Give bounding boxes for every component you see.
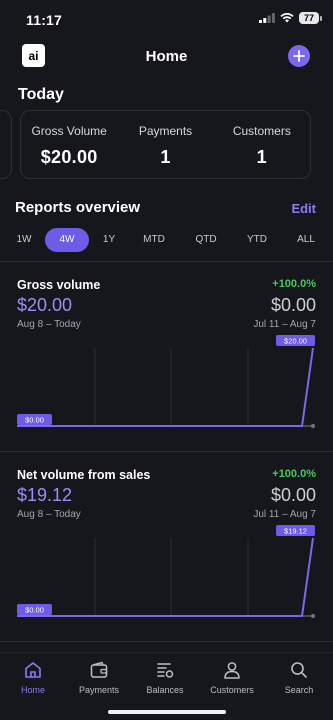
- nav-label: Balances: [146, 685, 184, 695]
- chart-end-label: $20.00: [276, 335, 315, 346]
- chart-previous-value: $0.00: [270, 485, 316, 505]
- divider: [0, 261, 333, 262]
- nav-label: Payments: [78, 685, 120, 695]
- home-icon: [25, 662, 41, 678]
- tab-4w[interactable]: 4W: [45, 228, 89, 252]
- signal-icon: [259, 13, 275, 23]
- divider: [0, 451, 333, 452]
- range-tabs: 1W 4W 1Y MTD QTD YTD ALL: [0, 228, 333, 252]
- chart-change: +100.0%: [272, 278, 316, 290]
- plus-icon: [293, 50, 305, 62]
- battery-icon: 77: [299, 12, 322, 24]
- chart-previous-value: $0.00: [270, 295, 316, 315]
- nav-payments[interactable]: Payments: [66, 659, 132, 695]
- home-indicator: [108, 710, 226, 714]
- divider: [0, 641, 333, 642]
- tab-ytd[interactable]: YTD: [247, 228, 267, 252]
- current-series-line: [17, 537, 314, 617]
- net-volume-chart: $0.00 $19.12: [17, 525, 315, 618]
- previous-series-end-point: [311, 424, 315, 428]
- chart-change: +100.0%: [272, 468, 316, 480]
- nav-home[interactable]: Home: [0, 659, 66, 695]
- metric-value: $20.00: [40, 147, 98, 167]
- today-heading: Today: [18, 86, 64, 103]
- metric-gross-volume: Gross Volume $20.00: [21, 111, 117, 178]
- tab-1w[interactable]: 1W: [17, 228, 32, 252]
- chart-end-label: $19.12: [276, 525, 315, 536]
- chart-previous-range: Jul 11 – Aug 7: [253, 319, 316, 330]
- chart-start-label: $0.00: [17, 414, 52, 425]
- nav-search[interactable]: Search: [266, 659, 332, 695]
- wifi-icon: [280, 13, 294, 23]
- status-icons: 77: [259, 12, 322, 24]
- metric-label: Payments: [138, 124, 193, 138]
- chart-start-label: $0.00: [17, 604, 52, 615]
- edit-button[interactable]: Edit: [291, 201, 316, 216]
- metric-customers: Customers 1: [214, 111, 310, 178]
- wallet-icon: [90, 661, 108, 678]
- metric-label: Gross Volume: [31, 124, 107, 138]
- person-icon: [224, 662, 240, 679]
- gross-volume-chart: $0.00 $20.00: [17, 335, 315, 428]
- current-series-line: [17, 347, 314, 427]
- metric-value: 1: [160, 147, 171, 167]
- chart-title: Net volume from sales: [17, 468, 151, 482]
- balances-icon: [157, 663, 174, 678]
- metric-value: 1: [256, 147, 267, 167]
- chart-end-label-text: $19.12: [284, 527, 307, 536]
- status-time: 11:17: [26, 12, 63, 28]
- nav-customers[interactable]: Customers: [199, 659, 265, 695]
- chart-end-label-text: $20.00: [284, 337, 307, 346]
- reports-heading: Reports overview: [15, 199, 141, 216]
- search-icon: [291, 662, 307, 678]
- chart-title: Gross volume: [17, 278, 101, 292]
- nav-label: Home: [20, 685, 45, 695]
- chart-start-label-text: $0.00: [25, 416, 44, 425]
- tab-mtd[interactable]: MTD: [143, 228, 165, 252]
- status-bar: 11:17 77: [0, 0, 333, 40]
- chart-current-range: Aug 8 – Today: [17, 509, 81, 520]
- add-button[interactable]: [288, 45, 310, 67]
- nav-label: Customers: [210, 685, 254, 695]
- gross-volume-card[interactable]: Gross volume +100.0% $20.00 $0.00 Aug 8 …: [0, 278, 333, 448]
- chart-previous-range: Jul 11 – Aug 7: [253, 509, 316, 520]
- tab-qtd[interactable]: QTD: [195, 228, 216, 252]
- tab-1y[interactable]: 1Y: [103, 228, 115, 252]
- page-title: Home: [145, 48, 188, 65]
- chart-current-value: $20.00: [17, 295, 73, 315]
- metric-label: Customers: [232, 124, 291, 138]
- tab-all[interactable]: ALL: [297, 228, 315, 252]
- chart-current-value: $19.12: [17, 485, 73, 505]
- metric-payments: Payments 1: [117, 111, 213, 178]
- today-card[interactable]: Gross Volume $20.00 Payments 1 Customers…: [20, 110, 311, 179]
- previous-series-end-point: [311, 614, 315, 618]
- previous-card[interactable]: [0, 110, 12, 179]
- nav-balances[interactable]: Balances: [132, 659, 198, 695]
- chart-current-range: Aug 8 – Today: [17, 319, 81, 330]
- nav-label: Search: [284, 685, 314, 695]
- net-volume-card[interactable]: Net volume from sales +100.0% $19.12 $0.…: [0, 468, 333, 638]
- chart-start-label-text: $0.00: [25, 606, 44, 615]
